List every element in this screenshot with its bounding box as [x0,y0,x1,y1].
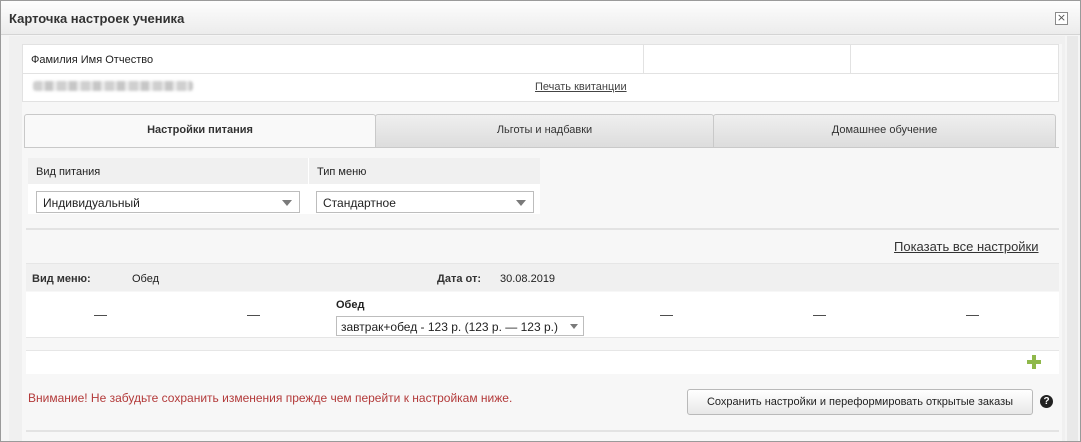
chevron-down-icon [570,324,578,329]
student-settings-dialog: Карточка настроек ученика × Фамилия Имя … [0,0,1081,442]
save-and-reform-button[interactable]: Сохранить настройки и переформировать от… [687,389,1033,415]
section-divider [26,430,1059,432]
chevron-down-icon [516,200,526,206]
tab-home-schooling[interactable]: Домашнее обучение [713,114,1056,148]
vertical-scrollbar[interactable] [1067,36,1078,441]
meal-value: завтрак+обед - 123 р. (123 р. — 123 р.) [341,320,558,334]
menu-type-value: Стандартное [323,196,396,210]
food-type-select[interactable]: Индивидуальный [36,191,300,213]
menu-view-label: Вид меню: [32,273,91,285]
date-from-label: Дата от: [437,273,482,285]
menu-header: Вид меню: Обед Дата от: 30.08.2019 [26,263,1059,291]
section-divider [26,228,1059,230]
add-row-bar [26,350,1059,374]
fio-header: Фамилия Имя Отчество [31,54,154,66]
dialog-title: Карточка настроек ученика [9,11,185,26]
meal-select[interactable]: завтрак+обед - 123 р. (123 р. — 123 р.) [336,316,584,336]
student-name-redacted [33,81,193,91]
dialog-content: Фамилия Имя Отчество Печать квитанции На… [22,44,1062,441]
food-type-label: Вид питания [28,158,308,184]
nutrition-form: Вид питания Тип меню Индивидуальный Стан… [28,158,540,214]
empty-cell: — [813,307,826,322]
column-divider [643,45,644,74]
empty-cell: — [966,307,979,322]
menu-type-label: Тип меню [309,158,540,184]
tab-benefits[interactable]: Льготы и надбавки [375,114,714,148]
tab-nutrition-settings[interactable]: Настройки питания [24,114,376,148]
dialog-body: Фамилия Имя Отчество Печать квитанции На… [9,36,1065,441]
show-all-settings-link[interactable]: Показать все настройки [894,239,1039,254]
column-divider [850,45,851,74]
print-receipt-link[interactable]: Печать квитанции [535,81,627,93]
dialog-titlebar: Карточка настроек ученика × [1,1,1080,35]
tab-divider [24,147,1059,148]
food-type-value: Индивидуальный [43,196,140,210]
empty-cell: — [94,307,107,322]
empty-cell: — [660,307,673,322]
date-from-value: 30.08.2019 [500,273,556,285]
menu-view-value: Обед [132,273,160,285]
help-icon[interactable]: ? [1040,395,1053,408]
meal-label: Обед [336,299,365,311]
plus-icon[interactable] [1027,355,1041,369]
close-icon[interactable]: × [1055,12,1068,25]
student-info-table: Фамилия Имя Отчество Печать квитанции [22,44,1059,102]
empty-cell: — [247,307,260,322]
menu-items-row: — — Обед завтрак+обед - 123 р. (123 р. —… [26,292,1059,338]
menu-type-select[interactable]: Стандартное [316,191,534,213]
warning-message: Внимание! Не забудьте сохранить изменени… [28,391,513,405]
chevron-down-icon [282,200,292,206]
student-info-header-row: Фамилия Имя Отчество [23,45,1058,74]
